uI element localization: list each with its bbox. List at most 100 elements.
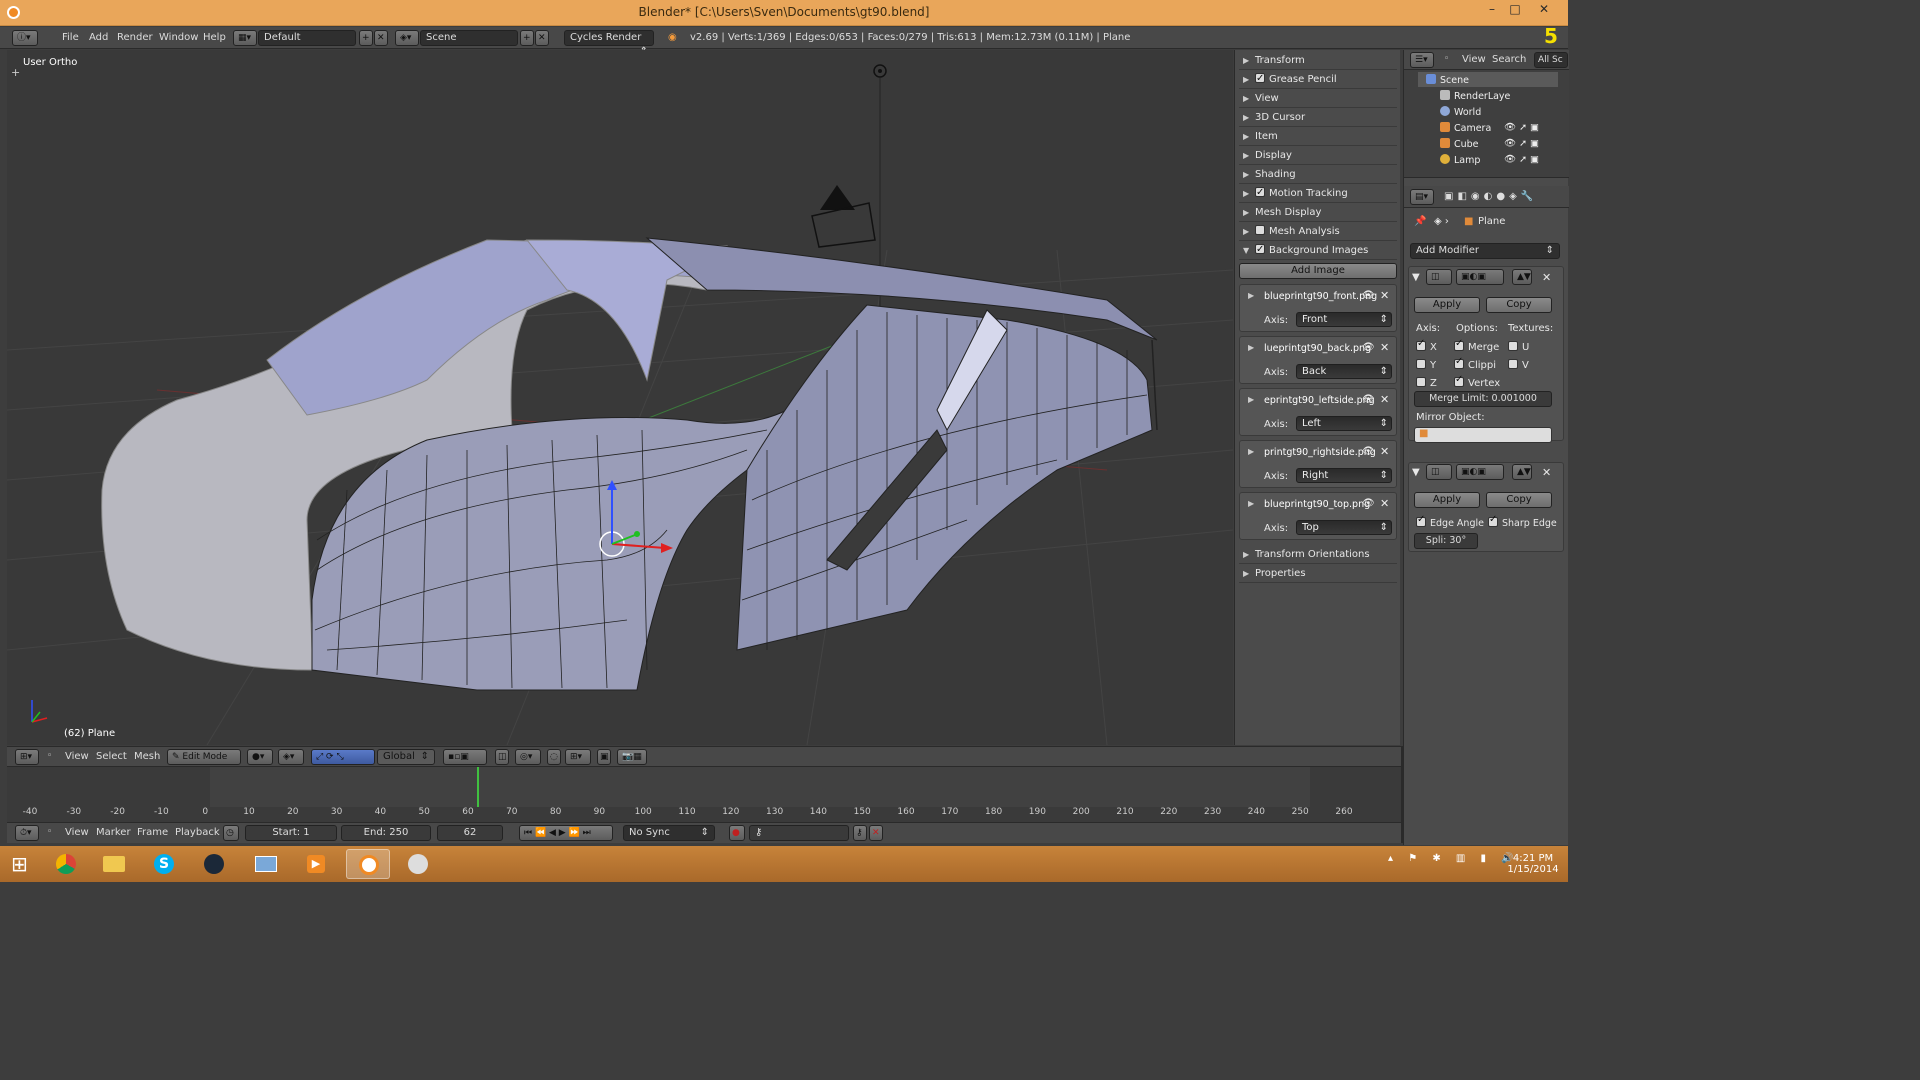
np-section-display[interactable]: ▶ Display	[1239, 147, 1397, 165]
outliner-menu-view[interactable]: View	[1462, 54, 1486, 65]
np-section-transform-orientations[interactable]: ▶ Transform Orientations	[1239, 546, 1397, 564]
current-frame-field[interactable]: 62	[437, 825, 503, 841]
axis-select[interactable]: Top ⇕	[1296, 520, 1392, 535]
snap-toggle-icon[interactable]: ◌	[547, 749, 561, 765]
remove-icon[interactable]: ✕	[1380, 497, 1389, 510]
expand-triangle-icon[interactable]: ▶	[1248, 499, 1254, 508]
layout-grid-icon[interactable]: ▦▾	[233, 30, 257, 46]
checkbox-icon[interactable]	[1255, 184, 1265, 201]
expand-triangle-icon[interactable]: ▶	[1248, 395, 1254, 404]
view3d-menu-mesh[interactable]: Mesh	[134, 751, 160, 762]
add-image-button[interactable]: Add Image	[1239, 263, 1397, 279]
eye-icon[interactable]: 👁	[1362, 290, 1375, 301]
timeline[interactable]: -40 -30 -20 -10 0 10 20 30 40 50 60 70 80 90 100 110 120…	[7, 767, 1401, 822]
vertex-groups-checkbox[interactable]: Vertex	[1454, 374, 1500, 389]
mirror-apply-button[interactable]: Apply	[1414, 297, 1480, 313]
sharp-edge-checkbox[interactable]: Sharp Edge	[1488, 514, 1557, 529]
opengl-render-icons[interactable]: 📷▦	[617, 749, 647, 765]
edge-split-modifier-icon[interactable]: ◫	[1426, 464, 1452, 480]
texture-u-checkbox[interactable]: U	[1508, 341, 1529, 353]
outliner-item-scene[interactable]: Scene	[1426, 74, 1469, 86]
split-angle-field[interactable]: Spli: 30°	[1414, 533, 1478, 549]
eye-icon[interactable]: 👁	[1362, 498, 1375, 509]
np-section-background-images[interactable]: ▼ Background Images	[1239, 241, 1397, 260]
clock[interactable]: 4:21 PM 1/15/2014	[1505, 853, 1561, 875]
edge-angle-checkbox[interactable]: Edge Angle	[1416, 514, 1484, 529]
move-updown-icon[interactable]: ▲▼	[1512, 464, 1532, 480]
close-button[interactable]: ✕	[1533, 2, 1555, 20]
blender-taskbar-icon[interactable]	[346, 849, 390, 879]
eye-icon[interactable]: 👁	[1362, 342, 1375, 353]
mirror-modifier-icon[interactable]: ◫	[1426, 269, 1452, 285]
add-modifier-select[interactable]: Add Modifier ⇕	[1410, 243, 1560, 259]
axis-y-checkbox[interactable]: Y	[1416, 359, 1436, 371]
remove-modifier-icon[interactable]: ✕	[1542, 466, 1551, 479]
pin-icon[interactable]: 📌	[1414, 216, 1426, 227]
plus-icon[interactable]: +	[11, 66, 20, 79]
record-icon[interactable]: ●	[729, 825, 745, 841]
menu-add[interactable]: Add	[89, 32, 108, 43]
np-section-mesh-analysis[interactable]: ▶ Mesh Analysis	[1239, 223, 1397, 241]
eye-icon[interactable]: 👁	[1362, 446, 1375, 457]
timeline-menu-marker[interactable]: Marker	[96, 827, 131, 838]
axis-select[interactable]: Front ⇕	[1296, 312, 1392, 327]
playback-controls[interactable]: ⏮ ⏪ ◀ ▶ ⏩ ⏭	[519, 825, 613, 841]
eye-icon[interactable]: 👁	[1362, 394, 1375, 405]
edge-split-copy-button[interactable]: Copy	[1486, 492, 1552, 508]
render-icon[interactable]: ▣	[597, 749, 611, 765]
outliner-item-camera[interactable]: Camera	[1440, 122, 1491, 134]
editor-type-timeline-icon[interactable]: ⏱▾	[15, 825, 39, 841]
properties-tabs-icons[interactable]: ▣◧◉◐●◈🔧	[1444, 191, 1537, 202]
axis-x-checkbox[interactable]: X	[1416, 338, 1437, 353]
outliner-item-lamp[interactable]: Lamp	[1440, 154, 1480, 166]
windows-start-icon[interactable]: ⊞	[0, 849, 40, 879]
modifier-display-toggles[interactable]: ▣◐▣	[1456, 269, 1504, 285]
media-player-icon[interactable]: ▶	[294, 849, 338, 879]
end-frame-field[interactable]: End: 250	[341, 825, 431, 841]
axis-z-checkbox[interactable]: Z	[1416, 377, 1437, 389]
preview-range-icon[interactable]: ◷	[223, 825, 239, 841]
properties-editor-icon[interactable]: ▤▾	[1410, 189, 1434, 205]
expand-triangle-icon[interactable]: ▶	[1248, 343, 1254, 352]
edge-split-apply-button[interactable]: Apply	[1414, 492, 1480, 508]
sync-mode-select[interactable]: No Sync ⇕	[623, 825, 715, 841]
outliner-item-renderlayers[interactable]: RenderLaye	[1440, 90, 1510, 102]
merge-limit-field[interactable]: Merge Limit: 0.001000	[1414, 391, 1552, 407]
remove-layout-icon[interactable]: ✕	[374, 30, 388, 46]
maximize-button[interactable]: □	[1504, 2, 1526, 20]
system-tray-icons[interactable]: ▴ ⚑ ✱ ▥ ▮ 🔊	[1388, 853, 1520, 864]
layout-field[interactable]: Default	[258, 30, 356, 46]
editor-type-info-icon[interactable]: ⓘ▾	[12, 30, 38, 46]
outliner-menu-search[interactable]: Search	[1492, 54, 1526, 65]
orientation-select[interactable]: Global ⇕	[377, 749, 435, 765]
checkbox-icon[interactable]	[1255, 225, 1265, 235]
add-scene-icon[interactable]: +	[520, 30, 534, 46]
mode-select[interactable]: ✎ Edit Mode	[167, 749, 241, 765]
start-frame-field[interactable]: Start: 1	[245, 825, 337, 841]
viewport-shading-icon[interactable]: ●▾	[247, 749, 273, 765]
remove-scene-icon[interactable]: ✕	[535, 30, 549, 46]
np-section-grease-pencil[interactable]: ▶ Grease Pencil	[1239, 70, 1397, 89]
merge-checkbox[interactable]: Merge	[1454, 338, 1499, 353]
mirror-copy-button[interactable]: Copy	[1486, 297, 1552, 313]
checkbox-icon[interactable]	[1255, 70, 1265, 87]
select-mode-icons[interactable]: ▪▫▣	[443, 749, 487, 765]
np-section-motion-tracking[interactable]: ▶ Motion Tracking	[1239, 184, 1397, 203]
mirror-object-field[interactable]: ■	[1414, 427, 1552, 443]
remove-icon[interactable]: ✕	[1380, 289, 1389, 302]
skype-icon[interactable]: S	[142, 849, 186, 879]
remove-icon[interactable]: ✕	[1380, 341, 1389, 354]
viewport-3d[interactable]: User Ortho + (62) Plane	[7, 50, 1233, 745]
np-section-shading[interactable]: ▶ Shading	[1239, 166, 1397, 184]
view3d-menu-view[interactable]: View	[65, 751, 89, 762]
expand-triangle-icon[interactable]: ▶	[1248, 291, 1254, 300]
minimize-button[interactable]: –	[1481, 2, 1503, 20]
add-layout-icon[interactable]: +	[359, 30, 373, 46]
scene-icon[interactable]: ◈▾	[395, 30, 419, 46]
proportional-edit-icon[interactable]: ◎▾	[515, 749, 541, 765]
viewport-canvas[interactable]	[7, 50, 1233, 745]
collapse-triangle-icon[interactable]: ▼	[1412, 467, 1420, 478]
snap-element-icon[interactable]: ⊞▾	[565, 749, 591, 765]
outliner-editor-icon[interactable]: ☰▾	[1410, 52, 1434, 68]
app-icon[interactable]	[396, 849, 440, 879]
